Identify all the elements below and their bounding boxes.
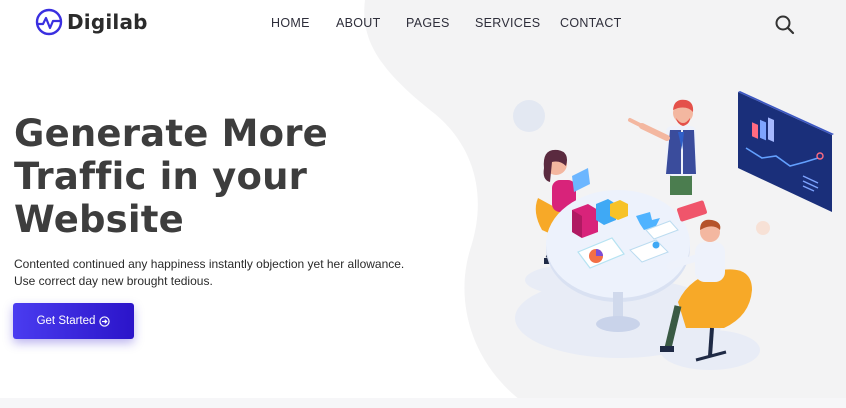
hero-title: Generate More Traffic in your Website (14, 112, 344, 241)
nav-item-services[interactable]: SERVICES (475, 16, 540, 30)
main-nav: HOME ABOUT PAGES SERVICES CONTACT (0, 16, 846, 32)
section-divider (0, 398, 846, 408)
nav-item-contact[interactable]: CONTACT (560, 16, 622, 30)
arrow-circle-right-icon (99, 315, 111, 327)
search-icon (775, 15, 795, 35)
nav-item-pages[interactable]: PAGES (406, 16, 450, 30)
hero-title-line: Website (14, 198, 184, 241)
dashboard-screen (738, 91, 834, 212)
hero-title-line: Generate More (14, 112, 328, 155)
team-meeting-illustration (513, 91, 834, 370)
hero-description-line: Contented continued any happiness instan… (14, 257, 405, 271)
standing-man-figure (628, 99, 696, 195)
search-button[interactable] (772, 12, 798, 38)
site-header: Digilab HOME ABOUT PAGES SERVICES CONTAC… (0, 0, 846, 46)
hero-description-line: Use correct day new brought tedious. (14, 274, 213, 288)
get-started-label: Get Started (36, 315, 96, 327)
hero-description: Contented continued any happiness instan… (14, 256, 434, 290)
nav-item-about[interactable]: ABOUT (336, 16, 381, 30)
nav-item-home[interactable]: HOME (271, 16, 310, 30)
get-started-button[interactable]: Get Started (13, 303, 134, 339)
hero-title-line: Traffic in your (14, 155, 308, 198)
